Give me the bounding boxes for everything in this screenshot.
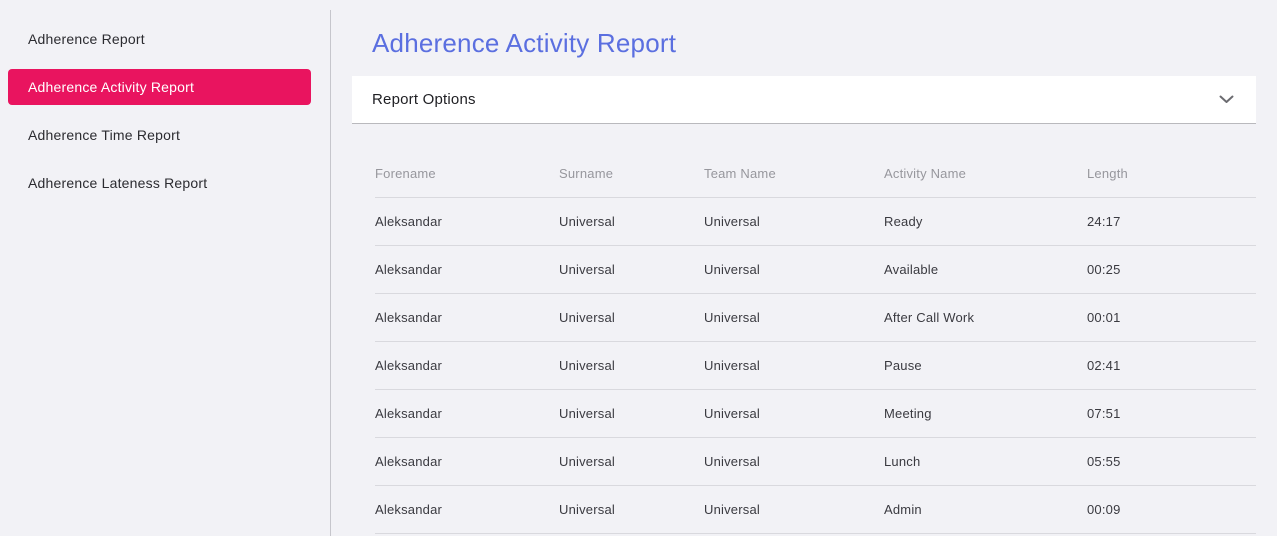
page: { "sidebar": { "items": [ { "label": "Ad… <box>0 0 1277 536</box>
table-row: Aleksandar Universal Universal Meeting 07:51 <box>375 390 1256 438</box>
table-cell: After Call Work <box>884 310 975 325</box>
table-cell: Lunch <box>884 454 921 469</box>
table-row: Aleksandar Universal Universal After Call W… <box>375 294 1256 342</box>
table-cell: Universal <box>704 262 760 277</box>
table-cell: Aleksandar <box>375 262 443 277</box>
column-header-length: Length <box>1087 166 1128 181</box>
sidebar-item-adherence-report[interactable]: Adherence Report <box>8 21 311 57</box>
table-row: Aleksandar Universal Universal Pause 02:41 <box>375 342 1256 390</box>
adherence-activity-table: Forename Surname Team Name Activity Name Len… <box>352 150 1256 534</box>
column-header-surname: Surname <box>559 166 614 181</box>
sidebar-item-adherence-time-report[interactable]: Adherence Time Report <box>8 117 311 153</box>
table-cell: Universal <box>559 358 615 373</box>
table-cell: Aleksandar <box>375 358 443 373</box>
table-cell: 02:41 <box>1087 358 1121 373</box>
column-header-forename: Forename <box>375 166 436 181</box>
table-cell: 07:51 <box>1087 406 1121 421</box>
table-cell: Meeting <box>884 406 932 421</box>
table-row: Aleksandar Universal Universal Ready 24:17 <box>375 198 1256 246</box>
table-cell: Pause <box>884 358 922 373</box>
sidebar-divider <box>330 10 331 536</box>
sidebar-item-adherence-activity-report[interactable]: Adherence Activity Report <box>8 69 311 105</box>
column-header-team-name: Team Name <box>704 166 776 181</box>
table-cell: Universal <box>704 358 760 373</box>
sidebar-item-adherence-lateness-report[interactable]: Adherence Lateness Report <box>8 165 311 201</box>
table-cell: Aleksandar <box>375 502 443 517</box>
table-cell: Aleksandar <box>375 214 443 229</box>
table-row: Aleksandar Universal Universal Available 00:… <box>375 246 1256 294</box>
table-cell: Universal <box>559 406 615 421</box>
table-header-row: Forename Surname Team Name Activity Name Len… <box>375 150 1256 198</box>
table-cell: Universal <box>704 502 760 517</box>
sidebar: Adherence Report Adherence Activity Repor… <box>0 0 330 536</box>
table-cell: Aleksandar <box>375 310 443 325</box>
table-cell: Universal <box>559 262 615 277</box>
table-cell: Universal <box>559 454 615 469</box>
table-cell: Universal <box>704 214 760 229</box>
table-cell: 24:17 <box>1087 214 1121 229</box>
chevron-down-icon[interactable] <box>1219 95 1234 104</box>
table-cell: 05:55 <box>1087 454 1121 469</box>
table-cell: Universal <box>704 454 760 469</box>
table-cell: Aleksandar <box>375 406 443 421</box>
table-cell: 00:25 <box>1087 262 1121 277</box>
table-cell: Aleksandar <box>375 454 443 469</box>
table-cell: 00:09 <box>1087 502 1121 517</box>
table-row: Aleksandar Universal Universal Admin 00:09 <box>375 486 1256 534</box>
table-cell: Ready <box>884 214 923 229</box>
table-cell: Universal <box>559 310 615 325</box>
table-cell: Universal <box>559 214 615 229</box>
table-row: Aleksandar Universal Universal Lunch 05:55 <box>375 438 1256 486</box>
column-header-activity-name: Activity Name <box>884 166 967 181</box>
table-cell: Universal <box>559 502 615 517</box>
table-cell: Admin <box>884 502 922 517</box>
table-cell: Universal <box>704 310 760 325</box>
report-options-label: Report Options <box>372 91 476 108</box>
report-options-panel[interactable]: Report Options <box>352 76 1256 124</box>
table-cell: 00:01 <box>1087 310 1121 325</box>
table-cell: Universal <box>704 406 760 421</box>
page-title: Adherence Activity Report <box>372 28 677 58</box>
table-cell: Available <box>884 262 939 277</box>
